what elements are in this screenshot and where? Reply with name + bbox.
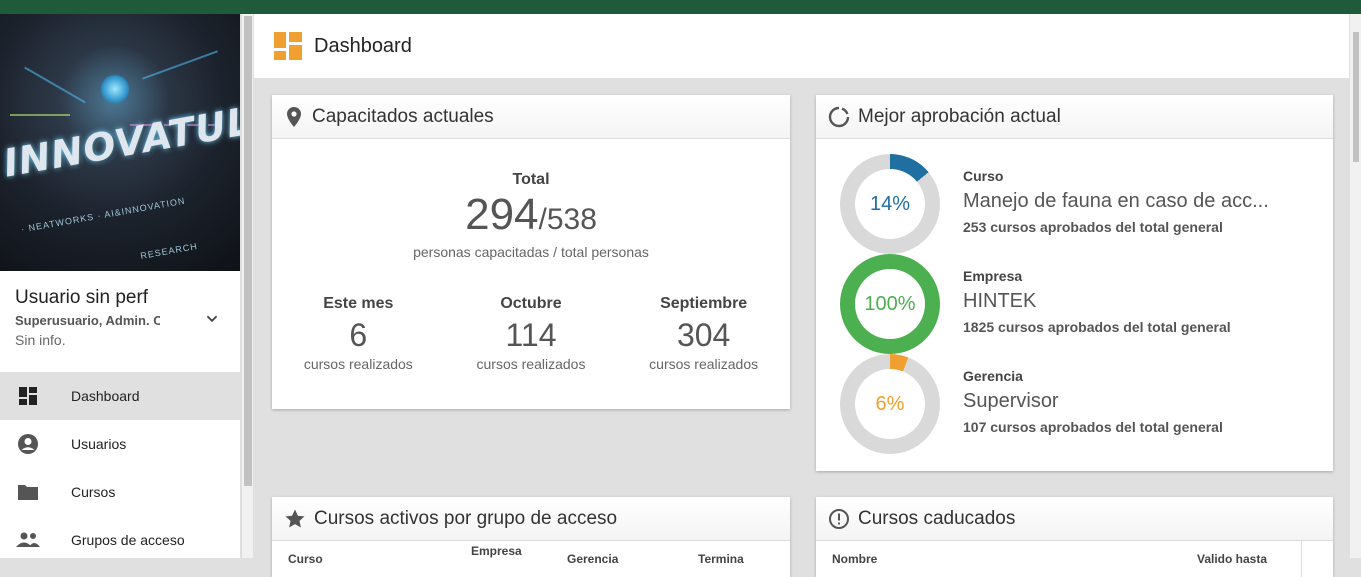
people-icon <box>16 528 40 552</box>
card-cursos-caducados: Cursos caducados Nombre Valido hasta <box>816 497 1333 577</box>
column-header[interactable]: Valido hasta <box>1197 552 1267 566</box>
dashboard-icon <box>16 384 40 408</box>
approval-percent: 100% <box>855 269 925 339</box>
column-header[interactable]: Empresa <box>471 544 522 558</box>
approval-percent: 6% <box>855 369 925 439</box>
period-caption: cursos realizados <box>303 356 413 372</box>
top-bar <box>0 0 1361 14</box>
alert-circle-icon <box>829 508 849 529</box>
period-value: 304 <box>676 317 731 353</box>
account-circle-icon <box>16 432 40 456</box>
approval-key: Curso <box>963 168 1004 184</box>
brand-logo-subtitle: · NEATWORKS · AI&INNOVATION <box>20 195 187 235</box>
period-stat: Octubre 114 cursos realizados <box>451 295 611 372</box>
column-header[interactable]: Curso <box>288 552 323 566</box>
approval-value: Supervisor <box>963 390 1059 412</box>
period-value: 114 <box>505 317 557 353</box>
main-scrollbar[interactable] <box>1350 14 1361 558</box>
approval-key: Gerencia <box>963 368 1023 384</box>
column-header[interactable]: Nombre <box>832 552 877 566</box>
card-title: Cursos caducados <box>858 507 1016 529</box>
period-stats: Este mes 6 cursos realizados Octubre 114… <box>272 295 790 372</box>
sidebar-item-dashboard[interactable]: Dashboard <box>0 372 240 420</box>
approval-key: Empresa <box>963 268 1023 284</box>
approval-value: Manejo de fauna en caso de acc... <box>963 190 1269 212</box>
main-content: Dashboard Capacitados actuales Total 294… <box>254 14 1349 577</box>
approval-donut: 6% <box>840 354 940 454</box>
card-title: Capacitados actuales <box>312 105 494 127</box>
card-header: Capacitados actuales <box>272 95 790 139</box>
approval-row-gerencia: 6% Gerencia Supervisor 107 cursos aproba… <box>816 354 1334 454</box>
card-header: Cursos activos por grupo de acceso <box>272 497 790 541</box>
card-header: Mejor aprobación actual <box>816 95 1333 139</box>
approval-donut: 14% <box>840 154 940 254</box>
sidebar-item-usuarios[interactable]: Usuarios <box>0 420 240 468</box>
period-label: Octubre <box>500 295 562 312</box>
period-label: Este mes <box>323 295 394 312</box>
total-label: Total <box>512 171 550 188</box>
period-value: 6 <box>349 317 368 353</box>
column-header[interactable]: Termina <box>698 552 744 566</box>
main-scrollbar-thumb[interactable] <box>1353 32 1359 162</box>
user-name: Usuario sin perf <box>15 287 149 308</box>
approval-value: HINTEK <box>963 290 1037 312</box>
sidebar-item-label: Cursos <box>71 484 116 500</box>
star-icon <box>285 509 305 527</box>
card-header: Cursos caducados <box>816 497 1333 541</box>
chevron-down-icon <box>206 315 218 323</box>
trained-total-value: 294/538 <box>272 191 790 244</box>
period-stat: Septiembre 304 cursos realizados <box>624 295 784 372</box>
period-stat: Este mes 6 cursos realizados <box>278 295 438 372</box>
user-info: Sin info. <box>15 332 66 348</box>
sidebar-item-label: Usuarios <box>71 436 127 452</box>
sidebar-scrollbar[interactable] <box>241 14 253 558</box>
card-title: Mejor aprobación actual <box>858 105 1061 127</box>
card-mejor-aprobacion: Mejor aprobación actual 14% Curso Manejo… <box>816 95 1333 471</box>
trained-count: 294 <box>465 190 539 239</box>
approval-note: 253 cursos aprobados del total general <box>963 219 1223 235</box>
approval-row-empresa: 100% Empresa HINTEK 1825 cursos aprobado… <box>816 254 1334 354</box>
trained-caption: personas capacitadas / total personas <box>413 244 649 260</box>
people-total: /538 <box>538 203 597 236</box>
column-divider <box>1301 541 1302 577</box>
approval-percent: 14% <box>855 169 925 239</box>
approval-donut: 100% <box>840 254 940 354</box>
approval-row-curso: 14% Curso Manejo de fauna en caso de acc… <box>816 154 1334 254</box>
brand-logo-research: RESEARCH <box>139 241 199 261</box>
user-role: Superusuario, Admin. C <box>15 313 160 328</box>
sidebar: INNOVATULS · NEATWORKS · AI&INNOVATION R… <box>0 14 240 558</box>
brand-banner: INNOVATULS · NEATWORKS · AI&INNOVATION R… <box>0 14 240 271</box>
sidebar-item-grupos-de-acceso[interactable]: Grupos de acceso <box>0 516 240 558</box>
card-title: Cursos activos por grupo de acceso <box>314 507 618 529</box>
loading-circle-icon <box>828 106 850 127</box>
period-caption: cursos realizados <box>649 356 759 372</box>
sidebar-item-cursos[interactable]: Cursos <box>0 468 240 516</box>
sidebar-item-label: Dashboard <box>71 388 140 404</box>
dashboard-tiles-icon <box>274 32 302 60</box>
column-header[interactable]: Gerencia <box>567 552 618 566</box>
period-label: Septiembre <box>660 295 748 312</box>
user-menu-toggle[interactable] <box>201 308 223 330</box>
page-title: Dashboard <box>314 34 412 57</box>
page-header: Dashboard <box>254 14 1349 78</box>
card-capacitados-actuales: Capacitados actuales Total 294/538 perso… <box>272 95 790 409</box>
location-pin-icon <box>287 106 301 127</box>
approval-note: 107 cursos aprobados del total general <box>963 419 1223 435</box>
sidebar-item-label: Grupos de acceso <box>71 532 185 548</box>
card-cursos-activos: Cursos activos por grupo de acceso Curso… <box>272 497 790 577</box>
period-caption: cursos realizados <box>476 356 586 372</box>
approval-note: 1825 cursos aprobados del total general <box>963 319 1231 335</box>
user-profile: Usuario sin perf Superusuario, Admin. C … <box>0 271 240 372</box>
sidebar-scrollbar-thumb[interactable] <box>244 16 252 486</box>
folder-icon <box>16 480 40 504</box>
